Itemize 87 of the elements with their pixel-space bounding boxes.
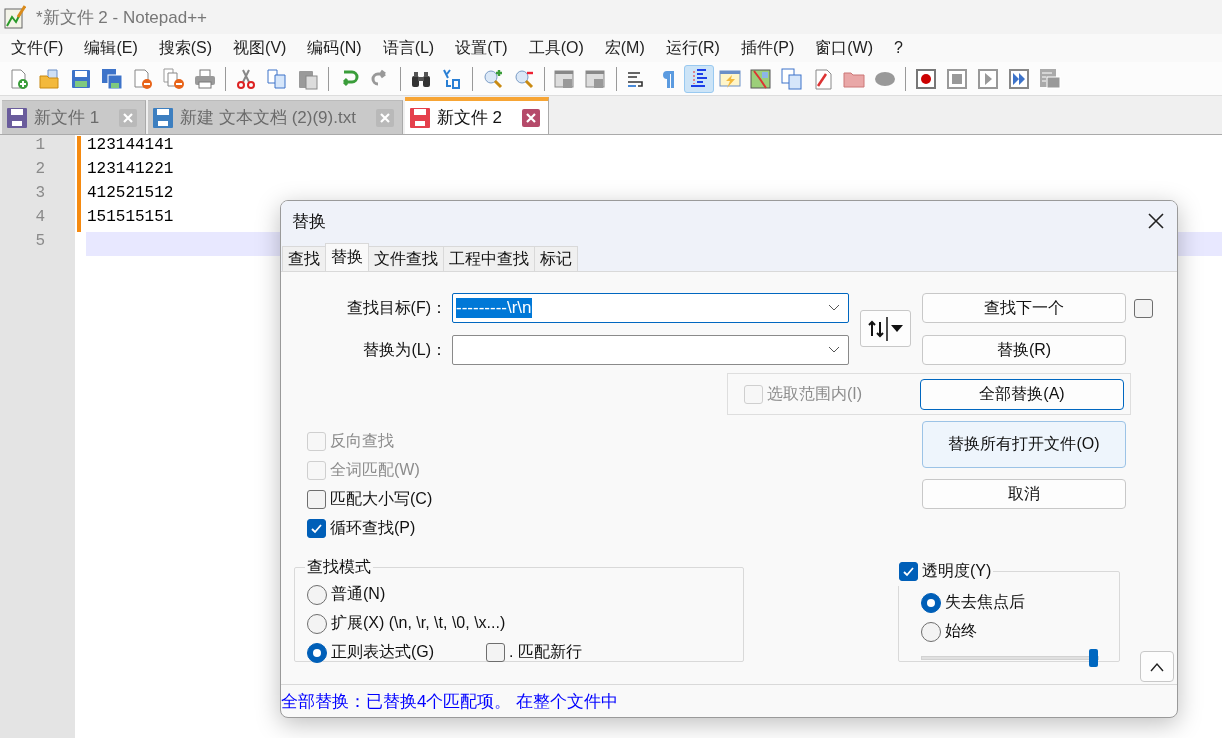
window-title: *新文件 2 - Notepad++ xyxy=(36,6,208,29)
dialog-title: 替换 xyxy=(292,210,326,233)
slider-thumb[interactable] xyxy=(1089,649,1098,667)
menu-item[interactable]: 语言(L) xyxy=(375,37,443,59)
swap-icon xyxy=(867,319,884,338)
menu-item[interactable]: 设置(T) xyxy=(448,37,516,59)
replace-in-all-files-button[interactable]: 替换所有打开文件(O) xyxy=(922,421,1126,468)
replace-button[interactable]: 替换(R) xyxy=(922,335,1126,365)
fast-forward-icon xyxy=(1008,67,1030,90)
checkmark-icon xyxy=(310,522,323,535)
field-label: 查找目标(F)： xyxy=(346,297,447,318)
checkmark-icon xyxy=(902,565,915,578)
radio-button[interactable]: 失去焦点后 xyxy=(921,588,1109,617)
line-number: 4 xyxy=(34,208,46,228)
open-folder-icon xyxy=(39,67,61,90)
menu-item[interactable]: 宏(M) xyxy=(597,37,653,59)
chevron-down-icon xyxy=(828,346,840,354)
close-icon[interactable] xyxy=(1147,212,1165,230)
caret-icon xyxy=(885,314,904,343)
menu-item[interactable]: 工具(O) xyxy=(521,37,592,59)
line-number: 5 xyxy=(34,232,46,252)
window-lock-icon xyxy=(554,67,576,90)
menu-item[interactable]: 搜索(S) xyxy=(151,37,221,59)
table-icon xyxy=(1039,67,1061,90)
status-message: 全部替换：已替换4个匹配项。 在整个文件中 xyxy=(281,690,619,713)
radio-button[interactable]: 扩展(X) (\n, \r, \t, \0, \x...) xyxy=(307,609,733,638)
field-label: 替换为(L)： xyxy=(363,339,447,360)
checkbox[interactable] xyxy=(1134,298,1153,318)
replace-combo-box[interactable] xyxy=(452,335,849,365)
zoom-in-icon xyxy=(482,67,504,90)
scissors-icon xyxy=(235,67,257,90)
menu-item[interactable]: 文件(F) xyxy=(4,37,72,59)
zoom-out-icon xyxy=(513,67,535,90)
stop-icon xyxy=(946,67,968,90)
record-icon xyxy=(915,67,937,90)
dialog-tab[interactable]: 工程中查找 xyxy=(443,246,535,271)
collapse-button[interactable] xyxy=(1140,651,1174,682)
dialog-tab[interactable]: 标记 xyxy=(534,246,578,271)
line-number: 3 xyxy=(34,184,46,204)
radio-button[interactable]: 始终 xyxy=(921,617,1109,646)
radio-button[interactable]: 普通(N) xyxy=(307,580,733,609)
group-label: 查找模式 xyxy=(306,557,372,577)
code-line: 151515151 xyxy=(87,208,174,226)
function-list-icon xyxy=(812,67,834,90)
menu-item[interactable]: ? xyxy=(887,39,911,57)
code-line: 412521512 xyxy=(87,184,174,202)
code-line: 123141221 xyxy=(87,160,174,178)
printer-icon xyxy=(194,67,216,90)
checkbox[interactable]: 循环查找(P) xyxy=(307,514,922,543)
window-lock-icon xyxy=(585,67,607,90)
notepad-app-icon xyxy=(4,5,26,29)
menu-item[interactable]: 编码(N) xyxy=(300,37,370,59)
code-line: 123144141 xyxy=(87,136,174,154)
swap-button[interactable] xyxy=(860,310,911,347)
floppy-disks-icon xyxy=(101,67,123,90)
copy-icon xyxy=(266,67,288,90)
close-files-icon xyxy=(163,67,185,90)
replace-all-button[interactable]: 全部替换(A) xyxy=(920,378,1124,410)
new-file-icon xyxy=(8,67,30,90)
checkbox[interactable]: 透明度(Y) xyxy=(899,557,992,586)
window-lightning-icon xyxy=(719,67,741,90)
menu-item[interactable]: 运行(R) xyxy=(658,37,728,59)
find-next-button[interactable]: 查找下一个 xyxy=(922,293,1126,323)
dialog-tab[interactable]: 查找 xyxy=(282,246,326,271)
dialog-tab[interactable]: 替换 xyxy=(325,243,369,271)
radio-button[interactable]: 正则表达式(G) xyxy=(307,638,435,667)
file-tab[interactable]: 新文件 2 xyxy=(404,97,550,134)
line-number: 1 xyxy=(34,136,46,156)
dialog-tab[interactable]: 文件查找 xyxy=(368,246,444,271)
chevron-down-icon xyxy=(828,304,840,312)
cancel-button[interactable]: 取消 xyxy=(922,479,1126,509)
line-number: 2 xyxy=(34,160,46,180)
document-list-icon xyxy=(781,67,803,90)
menu-item[interactable]: 视图(V) xyxy=(226,37,295,59)
close-file-icon xyxy=(132,67,154,90)
menu-item[interactable]: 编辑(E) xyxy=(77,37,146,59)
chevron-up-icon xyxy=(1150,661,1164,672)
find-combo-box[interactable]: ---------\r\n xyxy=(452,293,849,323)
document-map-icon xyxy=(750,67,772,90)
menu-item[interactable]: 插件(P) xyxy=(733,37,803,59)
play-icon xyxy=(977,67,999,90)
toolbar-button[interactable] xyxy=(684,64,714,93)
replace-icon xyxy=(441,67,463,90)
checkbox[interactable]: 匹配大小写(C) xyxy=(307,485,922,514)
menu-item[interactable]: 窗口(W) xyxy=(808,37,882,59)
checkbox[interactable]: . 匹配新行 xyxy=(486,638,582,667)
indent-guide-icon xyxy=(688,67,710,90)
